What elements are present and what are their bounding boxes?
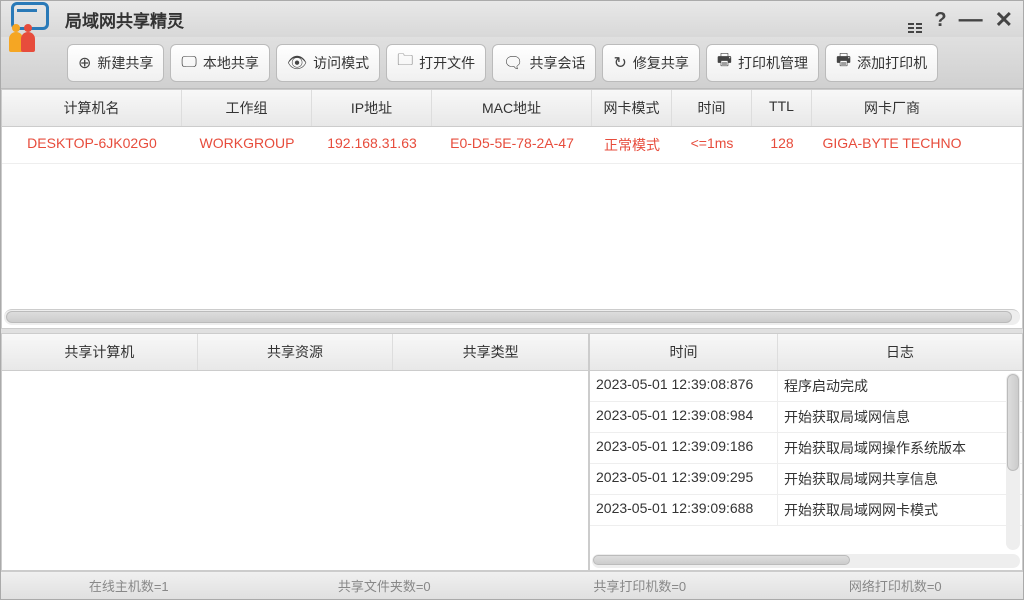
local-share-label: 本地共享 [203, 53, 259, 73]
cell-nicmode: 正常模式 [592, 127, 672, 163]
eye-icon: 👁 [287, 53, 307, 73]
statusbar: 在线主机数=1 共享文件夹数=0 共享打印机数=0 网络打印机数=0 [1, 571, 1023, 599]
window-controls: ? — ✕ [908, 7, 1013, 33]
log-header: 时间 日志 [590, 334, 1022, 371]
repair-share-button[interactable]: ↻ 修复共享 [602, 44, 699, 82]
col-log-time[interactable]: 时间 [590, 334, 778, 370]
main-window: 局域网共享精灵 ? — ✕ ⊕ 新建共享 🖵 本地共享 👁 访问模式 🗀 打开文件 🗨 共… [0, 0, 1024, 600]
log-row[interactable]: 2023-05-01 12:39:08:876程序启动完成 [590, 371, 1022, 402]
printer-mgmt-button[interactable]: 🖶 打印机管理 [706, 44, 819, 82]
share-session-button[interactable]: 🗨 共享会话 [492, 44, 596, 82]
refresh-icon: ↻ [613, 53, 626, 73]
add-printer-label: 添加打印机 [857, 53, 927, 73]
col-mac[interactable]: MAC地址 [432, 90, 592, 126]
access-mode-label: 访问模式 [313, 53, 369, 73]
printer-mgmt-label: 打印机管理 [738, 53, 808, 73]
col-vendor[interactable]: 网卡厂商 [812, 90, 972, 126]
open-file-label: 打开文件 [419, 53, 475, 73]
log-panel: 时间 日志 2023-05-01 12:39:08:876程序启动完成 2023… [589, 333, 1023, 571]
app-title: 局域网共享精灵 [65, 7, 184, 32]
col-ttl[interactable]: TTL [752, 90, 812, 126]
add-printer-button[interactable]: 🖶 添加打印机 [825, 44, 938, 82]
folder-icon: 🗀 [397, 49, 413, 76]
plus-icon: ⊕ [78, 53, 91, 73]
hosts-table: 计算机名 工作组 IP地址 MAC地址 网卡模式 时间 TTL 网卡厂商 DES… [1, 89, 1023, 329]
menu-icon[interactable] [908, 8, 922, 33]
chat-icon: 🗨 [503, 53, 523, 73]
col-time[interactable]: 时间 [672, 90, 752, 126]
cell-workgroup: WORKGROUP [182, 127, 312, 163]
status-share-folders: 共享文件夹数=0 [257, 576, 513, 595]
shares-header: 共享计算机 共享资源 共享类型 [2, 334, 588, 371]
col-share-resource[interactable]: 共享资源 [198, 334, 394, 370]
log-row[interactable]: 2023-05-01 12:39:09:186开始获取局域网操作系统版本 [590, 433, 1022, 464]
log-row[interactable]: 2023-05-01 12:39:09:295开始获取局域网共享信息 [590, 464, 1022, 495]
toolbar: ⊕ 新建共享 🖵 本地共享 👁 访问模式 🗀 打开文件 🗨 共享会话 ↻ 修复共享 🖶 打印机… [1, 37, 1023, 89]
hosts-hscrollbar[interactable] [4, 309, 1020, 325]
help-icon[interactable]: ? [934, 9, 946, 32]
close-icon[interactable]: ✕ [995, 7, 1013, 33]
log-hscrollbar[interactable] [592, 554, 1020, 568]
log-row[interactable]: 2023-05-01 12:39:09:688开始获取局域网网卡模式 [590, 495, 1022, 526]
shares-panel: 共享计算机 共享资源 共享类型 [1, 333, 589, 571]
status-net-printers: 网络打印机数=0 [768, 576, 1024, 595]
cell-time: <=1ms [672, 127, 752, 163]
hosts-table-body: DESKTOP-6JK02G0 WORKGROUP 192.168.31.63 … [2, 127, 1022, 307]
shares-body [2, 371, 588, 570]
printer-add-icon: 🖶 [836, 49, 851, 76]
repair-share-label: 修复共享 [633, 53, 689, 73]
minimize-icon[interactable]: — [959, 15, 983, 25]
log-row[interactable]: 2023-05-01 12:39:08:984开始获取局域网信息 [590, 402, 1022, 433]
col-share-type[interactable]: 共享类型 [393, 334, 588, 370]
monitor-icon: 🖵 [181, 54, 196, 72]
local-share-button[interactable]: 🖵 本地共享 [170, 44, 269, 82]
cell-computer: DESKTOP-6JK02G0 [2, 127, 182, 163]
status-share-printers: 共享打印机数=0 [512, 576, 768, 595]
content-area: 计算机名 工作组 IP地址 MAC地址 网卡模式 时间 TTL 网卡厂商 DES… [1, 89, 1023, 571]
cell-ttl: 128 [752, 127, 812, 163]
cell-ip: 192.168.31.63 [312, 127, 432, 163]
cell-mac: E0-D5-5E-78-2A-47 [432, 127, 592, 163]
col-workgroup[interactable]: 工作组 [182, 90, 312, 126]
log-vscrollbar[interactable] [1006, 373, 1020, 550]
col-share-computer[interactable]: 共享计算机 [2, 334, 198, 370]
col-computer[interactable]: 计算机名 [2, 90, 182, 126]
new-share-button[interactable]: ⊕ 新建共享 [67, 44, 164, 82]
col-ip[interactable]: IP地址 [312, 90, 432, 126]
open-file-button[interactable]: 🗀 打开文件 [386, 44, 486, 82]
table-row[interactable]: DESKTOP-6JK02G0 WORKGROUP 192.168.31.63 … [2, 127, 1022, 164]
status-online-hosts: 在线主机数=1 [1, 576, 257, 595]
app-logo-icon [9, 2, 53, 46]
titlebar: 局域网共享精灵 ? — ✕ [1, 1, 1023, 37]
col-log-msg[interactable]: 日志 [778, 334, 1022, 370]
share-session-label: 共享会话 [529, 53, 585, 73]
col-nicmode[interactable]: 网卡模式 [592, 90, 672, 126]
new-share-label: 新建共享 [97, 53, 153, 73]
cell-vendor: GIGA-BYTE TECHNO [812, 127, 972, 163]
printer-icon: 🖶 [717, 49, 732, 76]
log-body: 2023-05-01 12:39:08:876程序启动完成 2023-05-01… [590, 371, 1022, 552]
access-mode-button[interactable]: 👁 访问模式 [276, 44, 380, 82]
bottom-panels: 共享计算机 共享资源 共享类型 时间 日志 2023-05-01 12:39:0… [1, 333, 1023, 571]
hosts-table-header: 计算机名 工作组 IP地址 MAC地址 网卡模式 时间 TTL 网卡厂商 [2, 90, 1022, 127]
